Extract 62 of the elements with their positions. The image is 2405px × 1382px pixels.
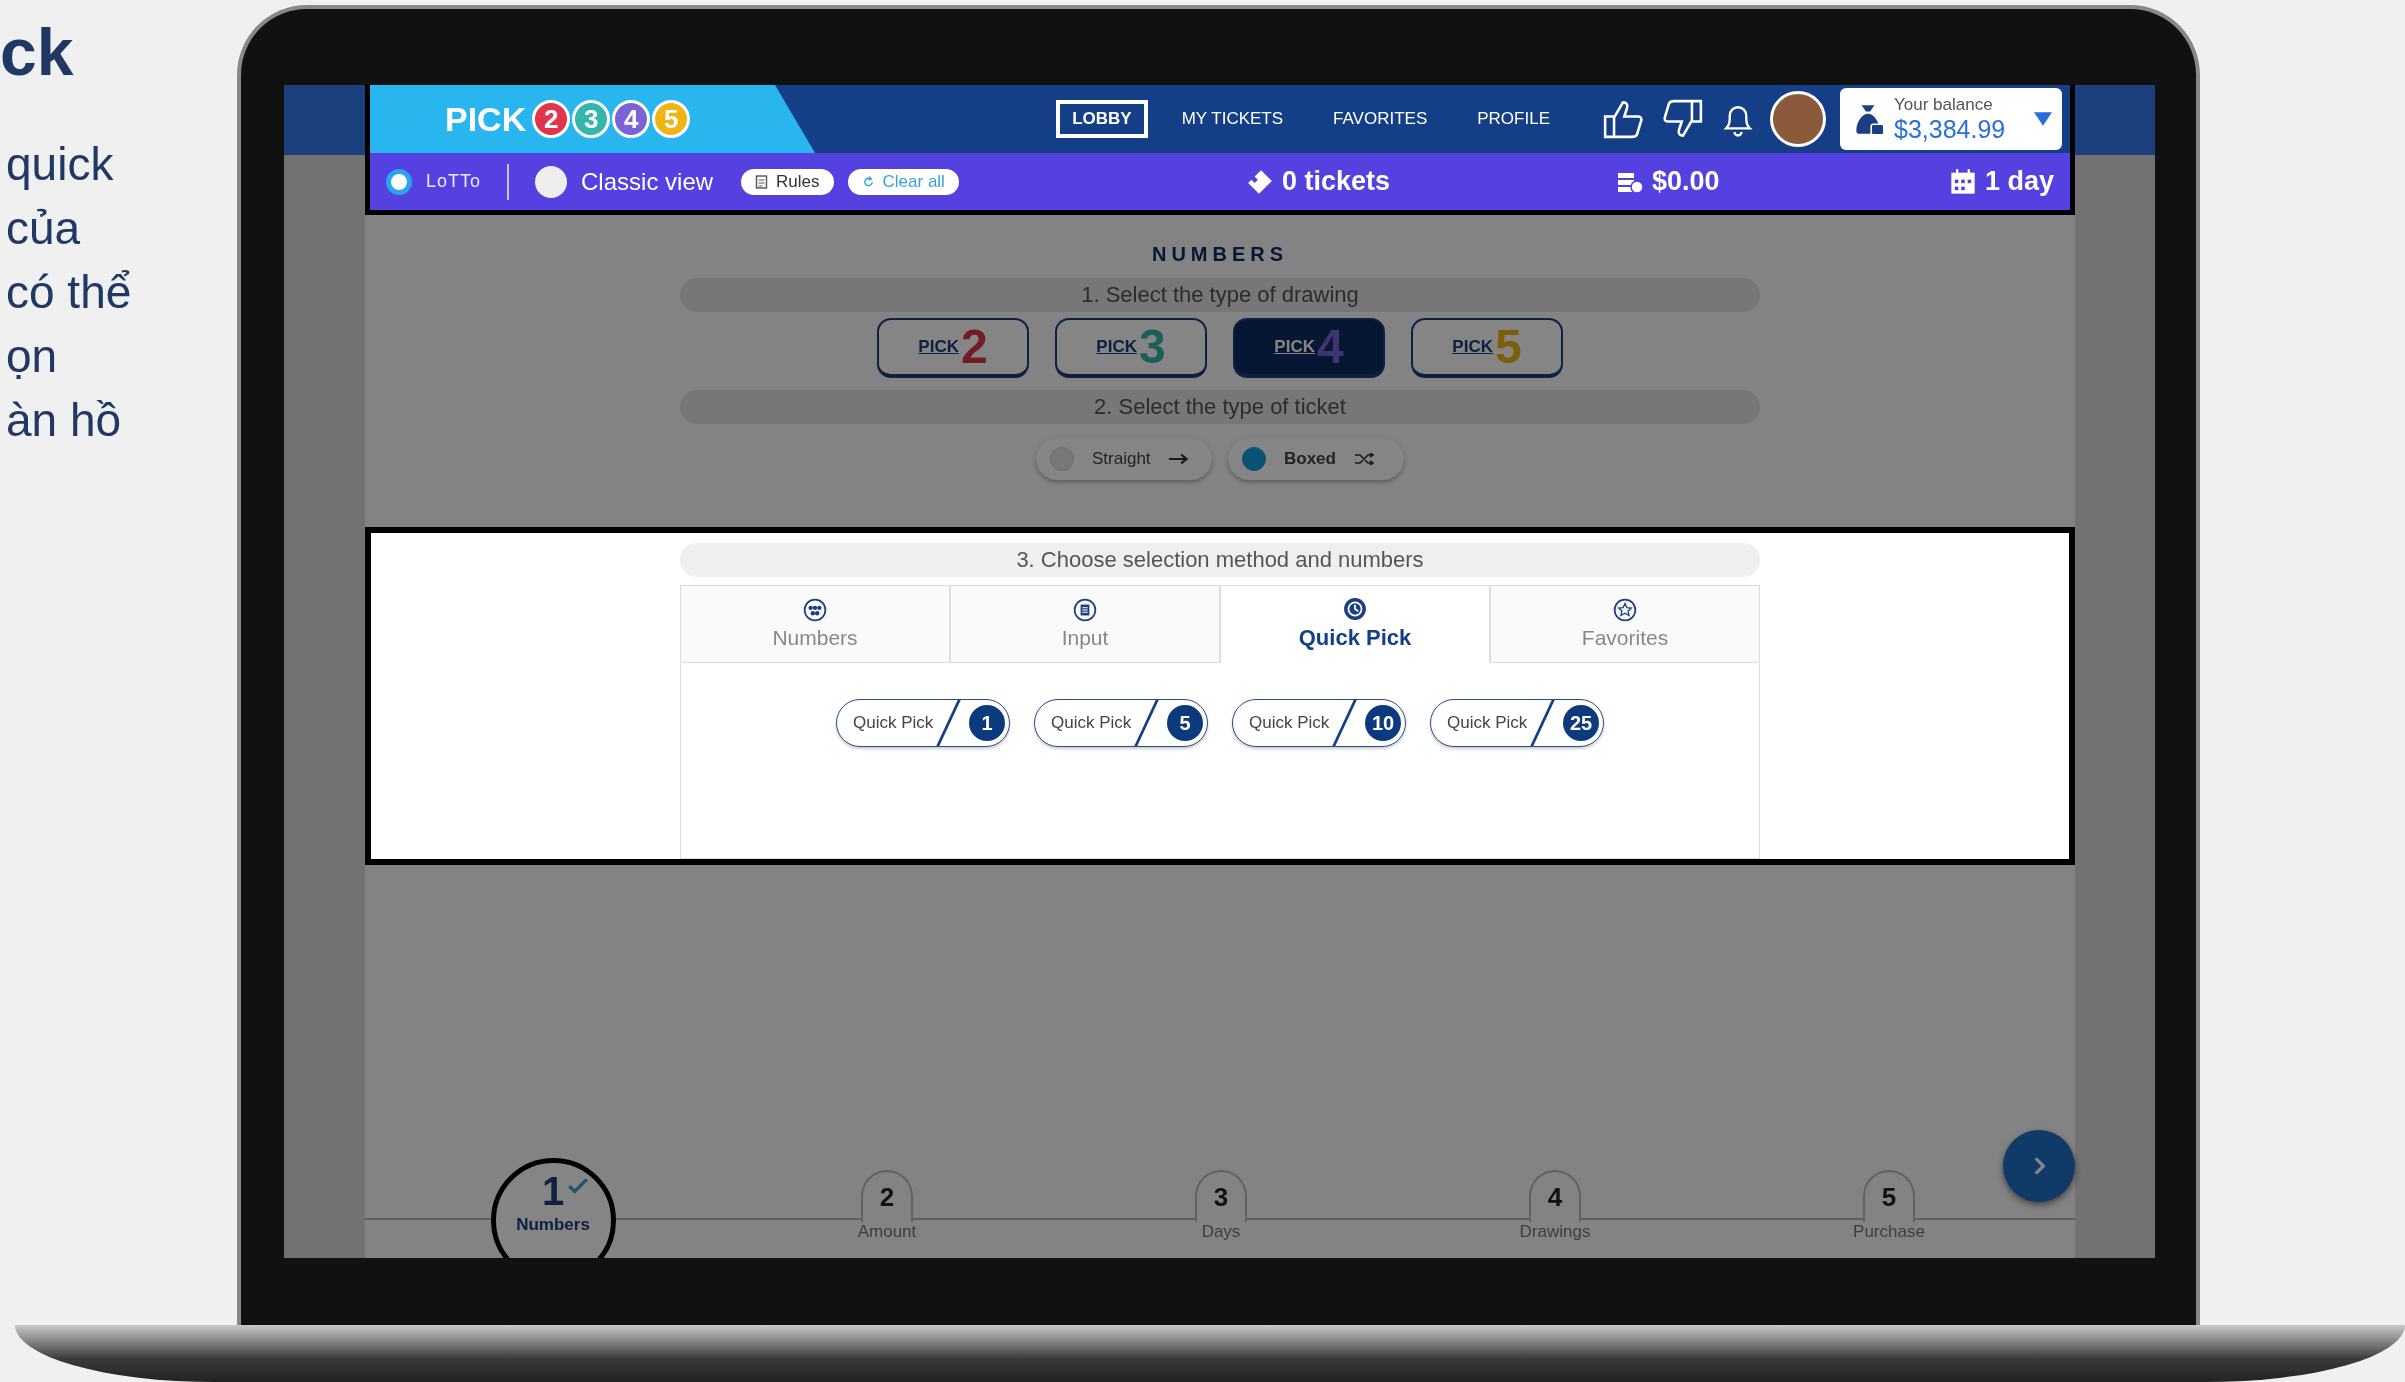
logo-digit: 4: [612, 100, 651, 138]
method-tab[interactable]: Favorites: [1490, 585, 1760, 663]
avatar[interactable]: [1770, 91, 1826, 147]
step-indicator[interactable]: 1 Numbers: [490, 1158, 616, 1258]
step-label: Amount: [857, 1222, 917, 1242]
nav-link[interactable]: FAVORITES: [1317, 100, 1444, 138]
rules-button[interactable]: Rules: [741, 168, 834, 195]
total-amount: $0.00: [1652, 166, 1720, 197]
ticket-type-option[interactable]: Straight: [1036, 438, 1212, 480]
next-button[interactable]: [2003, 1130, 2075, 1202]
slide-text-line: ọn: [5, 329, 59, 384]
duration[interactable]: 1 day: [1984, 166, 2054, 197]
lotto-logo: LoTTo: [426, 171, 482, 192]
clipboard-icon: [1073, 598, 1097, 622]
method-tab[interactable]: Quick Pick: [1220, 585, 1490, 663]
nav-link[interactable]: MY TICKETS: [1165, 100, 1300, 138]
toggle-switch[interactable]: [535, 165, 568, 198]
step-heading: 1. Select the type of drawing: [680, 278, 1760, 312]
arrow-right-icon: [1168, 453, 1191, 465]
reset-icon: [861, 174, 875, 189]
shuffle-icon: [1353, 453, 1376, 465]
classic-view-label: Classic view: [581, 167, 714, 196]
slide-text-line: của: [5, 201, 82, 256]
logo-digit: 5: [652, 100, 691, 138]
balance-label: Your balance: [1894, 94, 1994, 115]
balls-icon: [803, 598, 827, 622]
method-tab[interactable]: Numbers: [680, 585, 950, 663]
quick-pick-button[interactable]: Quick Pick 25: [1430, 699, 1604, 747]
balance-card[interactable]: Your balance $3,384.99: [1840, 88, 2062, 150]
step-heading: 3. Choose selection method and numbers: [680, 543, 1760, 577]
step-indicator[interactable]: 2: [861, 1170, 913, 1222]
step-label: Drawings: [1519, 1222, 1591, 1242]
slide-text-line: có thể: [5, 265, 133, 320]
nav-link[interactable]: PROFILE: [1461, 100, 1566, 138]
clear-all-button[interactable]: Clear all: [847, 168, 959, 195]
quick-pick-button[interactable]: Quick Pick 5: [1034, 699, 1208, 747]
quick-pick-button[interactable]: Quick Pick 1: [836, 699, 1010, 747]
slide-heading: ck: [0, 14, 75, 91]
caret-icon[interactable]: [2034, 112, 2052, 126]
radio-button[interactable]: [386, 168, 412, 195]
logo-digit: 2: [532, 100, 571, 138]
slide-text-line: àn hồ: [5, 393, 123, 448]
logo-word: PICK: [445, 99, 527, 139]
clock-icon: [1343, 597, 1367, 621]
ticket-type-option[interactable]: Boxed: [1228, 438, 1404, 480]
logo-digit: 3: [572, 100, 611, 138]
quick-pick-button[interactable]: Quick Pick 10: [1232, 699, 1406, 747]
document-icon: [755, 174, 769, 189]
method-tab[interactable]: Input: [950, 585, 1220, 663]
slide-text-line: quick: [5, 137, 115, 192]
step-indicator[interactable]: 4: [1529, 1170, 1581, 1222]
calendar-icon: [1948, 167, 1977, 196]
step-indicator[interactable]: 5: [1863, 1170, 1915, 1222]
balance-amount: $3,384.99: [1894, 114, 2006, 144]
step-heading: 2. Select the type of ticket: [680, 390, 1760, 424]
step-label: Purchase: [1853, 1222, 1925, 1242]
section-title: NUMBERS: [1151, 243, 1289, 266]
nav-link[interactable]: LOBBY: [1056, 100, 1148, 138]
step-label: Days: [1201, 1222, 1241, 1242]
ticket-count: 0 tickets: [1282, 166, 1391, 197]
checkmark-icon: [566, 1177, 589, 1195]
step-indicator[interactable]: 3: [1195, 1170, 1247, 1222]
